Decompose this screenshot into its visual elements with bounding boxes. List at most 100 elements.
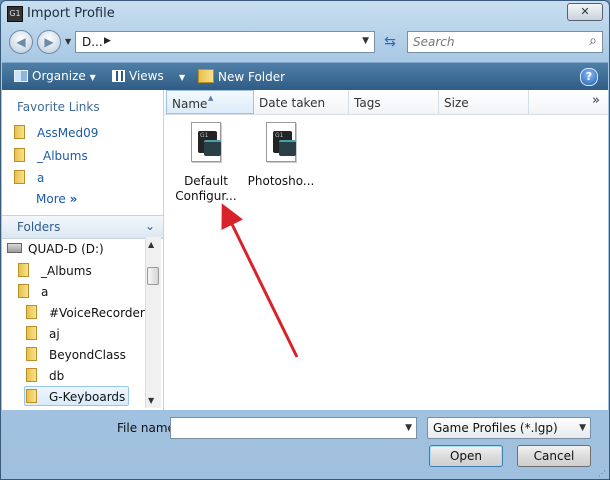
tree-item-label: a: [41, 285, 49, 299]
tree-item-g-keyboards[interactable]: G-Keyboards: [26, 389, 125, 404]
favorite-link-assmed09[interactable]: AssMed09: [14, 125, 98, 140]
file-name-field[interactable]: ▼: [170, 417, 417, 439]
navigation-bar: ◀ ▶ ▼ D... ▶ ▼ ⇆ Search ⌕: [1, 27, 609, 57]
import-profile-dialog: G1 Import Profile ✕ ◀ ▶ ▼ D... ▶ ▼ ⇆ Sea…: [0, 0, 610, 480]
chevron-down-icon: ▼: [579, 423, 586, 433]
file-type-select[interactable]: Game Profiles (*.lgp) ▼: [427, 417, 591, 439]
tree-item-db[interactable]: db: [26, 368, 64, 383]
file-list: ▲ Name Date taken Tags Size » G1 Default C…: [164, 90, 608, 410]
search-icon[interactable]: ⌕: [589, 33, 597, 49]
folders-toggle[interactable]: Folders ⌄: [2, 215, 163, 239]
favorite-link-albums[interactable]: _Albums: [14, 148, 88, 163]
folder-icon: [18, 284, 29, 298]
scroll-down-icon[interactable]: ▼: [148, 396, 154, 405]
column-name[interactable]: ▲ Name: [166, 90, 254, 114]
organize-icon: [14, 70, 28, 82]
views-label: Views: [129, 69, 164, 83]
g1-label: G1: [200, 132, 209, 139]
folders-label: Folders: [17, 220, 61, 234]
folder-icon: [26, 326, 37, 340]
views-button[interactable]: Views ▼: [112, 69, 185, 83]
file-label-line1: Default: [184, 174, 228, 188]
dialog-footer: File name: ▼ Game Profiles (*.lgp) ▼ Ope…: [1, 410, 609, 479]
lgp-profile-icon: G1: [191, 122, 221, 162]
favorite-link-label: AssMed09: [37, 126, 99, 140]
file-type-value: Game Profiles (*.lgp): [433, 421, 558, 435]
chevron-down-icon: ⌄: [144, 219, 155, 233]
tree-item-voicerecorder[interactable]: #VoiceRecorder: [26, 305, 145, 320]
file-key-accent-shape: [279, 140, 296, 156]
favorite-link-label: a: [37, 171, 45, 185]
file-item-default-configuration[interactable]: G1 Default Configur...: [167, 122, 245, 204]
refresh-icon[interactable]: ⇆: [379, 32, 401, 52]
resize-grip-icon[interactable]: ⋰: [598, 469, 606, 478]
address-dropdown-icon[interactable]: ▼: [362, 36, 369, 46]
address-text[interactable]: D...: [82, 35, 103, 49]
folder-icon: [14, 170, 25, 184]
organize-dropdown-icon: ▼: [89, 73, 96, 82]
folder-icon: [26, 305, 37, 319]
new-folder-label: New Folder: [218, 70, 286, 84]
folder-icon: [14, 125, 25, 139]
search-input[interactable]: Search ⌕: [407, 31, 603, 53]
column-size[interactable]: Size: [439, 90, 529, 114]
back-button[interactable]: ◀: [9, 30, 33, 54]
forward-button[interactable]: ▶: [37, 30, 61, 54]
help-icon[interactable]: ?: [580, 68, 598, 86]
folder-icon: [26, 368, 37, 382]
scrollbar-thumb[interactable]: [147, 267, 159, 285]
close-button[interactable]: ✕: [567, 3, 603, 21]
column-date-taken[interactable]: Date taken: [254, 90, 349, 114]
file-key-accent-shape: [204, 140, 221, 156]
command-toolbar: Organize ▼ Views ▼ New Folder ?: [2, 62, 608, 91]
column-name-label: Name: [172, 97, 208, 111]
title-bar[interactable]: G1 Import Profile ✕: [1, 1, 609, 27]
chevron-down-icon[interactable]: ▼: [405, 423, 412, 433]
scroll-up-icon[interactable]: ▲: [148, 240, 154, 249]
tree-item-label: BeyondClass: [49, 348, 126, 362]
favorite-link-label: _Albums: [37, 149, 88, 163]
tree-item-label: aj: [49, 327, 60, 341]
tree-item-beyondclass[interactable]: BeyondClass: [26, 347, 126, 362]
organize-button[interactable]: Organize ▼: [14, 69, 96, 83]
search-placeholder: Search: [413, 35, 455, 49]
folder-icon: [26, 389, 37, 403]
tree-item-label: G-Keyboards: [49, 390, 126, 404]
cancel-button[interactable]: Cancel: [517, 445, 591, 467]
tree-item-label: QUAD-D (D:): [28, 242, 104, 256]
drive-icon: [7, 243, 22, 253]
double-chevron-icon: »: [69, 192, 78, 206]
recent-pages-dropdown[interactable]: ▼: [65, 37, 71, 46]
breadcrumb-separator-icon[interactable]: ▶: [104, 36, 111, 46]
more-columns-icon[interactable]: »: [592, 93, 600, 108]
tree-item-label: #VoiceRecorder: [49, 306, 145, 320]
tree-item-label: _Albums: [41, 264, 92, 278]
column-header: ▲ Name Date taken Tags Size »: [164, 90, 608, 115]
column-tags[interactable]: Tags: [349, 90, 439, 114]
new-folder-button[interactable]: New Folder: [198, 69, 285, 84]
views-dropdown-icon: ▼: [179, 73, 186, 82]
logitech-g-icon: G1: [7, 6, 23, 22]
folder-icon: [26, 347, 37, 361]
tree-item-a[interactable]: a: [18, 284, 48, 299]
file-label-line1: Photosho...: [247, 174, 315, 188]
organize-label: Organize: [32, 69, 86, 83]
navigation-pane: Favorite Links AssMed09 _Albums a More »…: [2, 90, 164, 410]
window-title: Import Profile: [27, 6, 115, 21]
favorite-link-a[interactable]: a: [14, 170, 44, 185]
favorite-links-header: Favorite Links: [17, 100, 100, 114]
new-folder-icon: [198, 69, 214, 83]
sort-ascending-icon: ▲: [208, 94, 214, 102]
tree-item-aj[interactable]: aj: [26, 326, 60, 341]
lgp-profile-icon: G1: [266, 122, 296, 162]
more-links-button[interactable]: More »: [36, 192, 77, 206]
tree-item-label: db: [49, 369, 65, 383]
tree-item-albums[interactable]: _Albums: [18, 263, 92, 278]
file-label-line2: Configur...: [175, 189, 237, 203]
folder-icon: [18, 263, 29, 277]
open-button[interactable]: Open: [429, 445, 503, 467]
tree-item-quad-d[interactable]: QUAD-D (D:): [7, 242, 104, 256]
folder-tree-scrollbar[interactable]: ▲ ▼: [145, 237, 161, 408]
file-item-photoshop[interactable]: G1 Photosho...: [242, 122, 320, 189]
address-bar[interactable]: D... ▶ ▼: [75, 31, 375, 53]
